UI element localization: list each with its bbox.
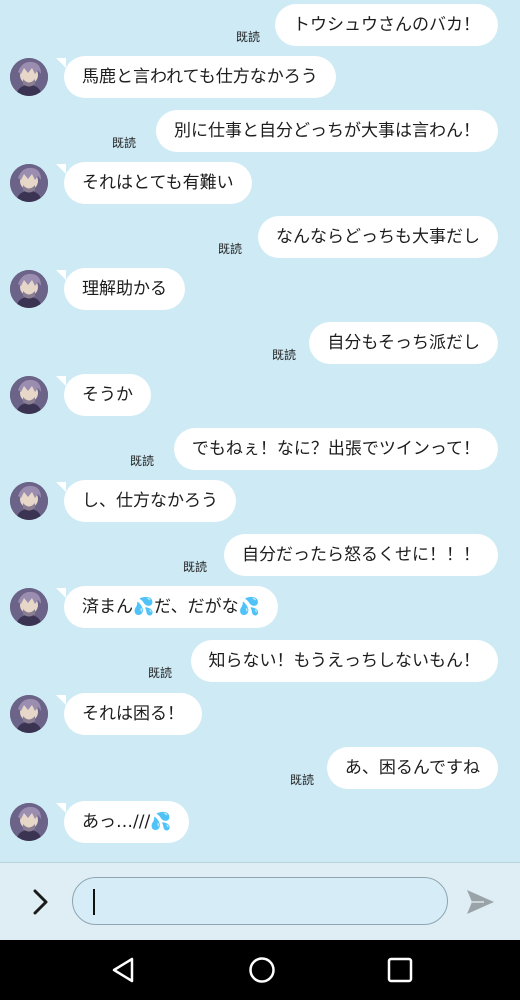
incoming-message-bubble[interactable]: し、仕方なかろう: [64, 480, 236, 522]
contact-avatar[interactable]: [10, 270, 48, 308]
home-circle-icon[interactable]: [246, 954, 278, 986]
back-triangle-icon[interactable]: [108, 954, 140, 986]
chat-area: トウシュウさんのバカ！ 既読 馬鹿と言われても仕方なかろう 別に仕事と自分どっちが大事…: [0, 0, 520, 862]
outgoing-message-bubble[interactable]: あ、困るんですね: [326, 747, 498, 789]
contact-avatar[interactable]: [10, 588, 48, 626]
message-input[interactable]: [72, 877, 448, 925]
incoming-message-bubble[interactable]: それはとても有難い: [64, 162, 252, 204]
bubble-tail: [56, 270, 66, 280]
incoming-message-bubble[interactable]: そうか: [64, 374, 151, 416]
contact-avatar[interactable]: [10, 482, 48, 520]
outgoing-message-bubble[interactable]: 知らない！もうえっちしないもん！: [190, 640, 498, 682]
read-receipt: 既読: [236, 30, 261, 44]
read-receipt: 既読: [130, 454, 155, 468]
outgoing-message-bubble[interactable]: 自分だったら怒るくせに！！！: [224, 534, 498, 576]
contact-avatar[interactable]: [10, 695, 48, 733]
read-receipt: 既読: [112, 136, 137, 150]
bubble-tail: [56, 58, 66, 68]
read-receipt: 既読: [183, 560, 208, 574]
android-nav-bar: [0, 940, 520, 1000]
bubble-tail: [56, 695, 66, 705]
incoming-message-bubble[interactable]: 馬鹿と言われても仕方なかろう: [64, 56, 336, 98]
incoming-message-bubble[interactable]: あっ…///💦: [64, 801, 190, 843]
text-cursor: [93, 889, 95, 915]
bubble-tail: [56, 803, 66, 813]
send-icon[interactable]: [464, 887, 496, 917]
bubble-tail: [56, 482, 66, 492]
contact-avatar[interactable]: [10, 58, 48, 96]
contact-avatar[interactable]: [10, 803, 48, 841]
bubble-tail: [56, 164, 66, 174]
recents-square-icon[interactable]: [384, 954, 416, 986]
bubble-tail: [56, 376, 66, 386]
read-receipt: 既読: [272, 348, 297, 362]
incoming-message-bubble[interactable]: 済まん💦だ、だがな💦: [64, 586, 278, 628]
read-receipt: 既読: [148, 666, 173, 680]
incoming-message-bubble[interactable]: それは困る！: [64, 693, 202, 735]
input-bar: [0, 862, 520, 941]
outgoing-message-bubble[interactable]: 自分もそっち派だし: [309, 322, 498, 364]
contact-avatar[interactable]: [10, 164, 48, 202]
bubble-tail: [56, 588, 66, 598]
chevron-right-icon[interactable]: [26, 887, 54, 917]
contact-avatar[interactable]: [10, 376, 48, 414]
outgoing-message-bubble[interactable]: 別に仕事と自分どっちが大事は言わん！: [156, 110, 498, 152]
outgoing-message-bubble[interactable]: トウシュウさんのバカ！: [275, 4, 498, 46]
outgoing-message-bubble[interactable]: でもねぇ！なに？出張でツインって！: [173, 428, 498, 470]
read-receipt: 既読: [290, 773, 315, 787]
outgoing-message-bubble[interactable]: なんならどっちも大事だし: [258, 216, 498, 258]
incoming-message-bubble[interactable]: 理解助かる: [64, 268, 185, 310]
read-receipt: 既読: [218, 242, 243, 256]
